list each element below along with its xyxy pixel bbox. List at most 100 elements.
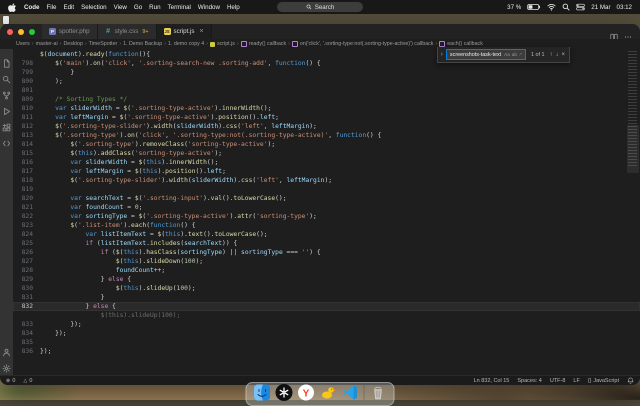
breadcrumb-item[interactable]: script.js	[217, 41, 235, 47]
apple-menu-icon[interactable]	[8, 3, 17, 12]
statusbar-item[interactable]: Ln 832, Col 15	[474, 378, 510, 384]
minimap-slider[interactable]	[627, 125, 639, 173]
code-line[interactable]: 827 $(this).slideDown(100);	[13, 257, 640, 266]
search-icon[interactable]	[2, 71, 11, 84]
find-option-.*[interactable]: .*	[519, 52, 522, 57]
code-line[interactable]: 820 var searchText = $('.sorting-input')…	[13, 194, 640, 203]
breadcrumb-item[interactable]: master-ai	[36, 41, 58, 47]
code-line[interactable]: 822 var sortingType = $('.sorting-type-a…	[13, 212, 640, 221]
breadcrumb-item[interactable]: TimeSpotter	[89, 41, 118, 47]
minimize-window-button[interactable]	[18, 28, 24, 35]
code-line[interactable]: 800 );	[13, 77, 640, 86]
menu-help[interactable]: Help	[227, 4, 240, 11]
breadcrumb-item[interactable]: 1. demo copy 4	[168, 41, 204, 47]
vscode-icon[interactable]	[342, 384, 359, 401]
finder-icon[interactable]	[254, 384, 271, 401]
tab-style.css[interactable]: # style.css 9+	[97, 24, 157, 39]
find-close-button[interactable]: ×	[561, 52, 565, 58]
code-line[interactable]: 821 var foundCount = 0;	[13, 203, 640, 212]
code-line[interactable]: 835	[13, 338, 640, 347]
menu-window[interactable]: Window	[198, 4, 220, 11]
code-line[interactable]: 829 } else {	[13, 275, 640, 284]
code-line[interactable]: 810 var sliderWidth = $('.sorting-type-a…	[13, 104, 640, 113]
statusbar-item[interactable]: {} JavaScript	[588, 378, 619, 384]
menubar-search-pill[interactable]: Search	[277, 2, 363, 12]
code-line[interactable]: 823 $('.list-item').each(function() {	[13, 221, 640, 230]
menu-file[interactable]: File	[46, 4, 56, 11]
menubar-date[interactable]: 21 Mar	[591, 4, 610, 11]
menu-go[interactable]: Go	[134, 4, 142, 11]
code-line[interactable]: 818 $('.sorting-type-slider').width(slid…	[13, 176, 640, 185]
code-line[interactable]: 812 $('.sorting-type-slider').width(slid…	[13, 122, 640, 131]
spotlight-search-icon[interactable]	[562, 3, 570, 11]
cyberduck-icon[interactable]	[320, 384, 337, 401]
statusbar-item[interactable]: Spaces: 4	[517, 378, 541, 384]
tab-spotter.php[interactable]: Pspotter.php	[42, 24, 98, 39]
chatgpt-icon[interactable]	[275, 384, 293, 401]
split-editor-icon[interactable]	[610, 28, 618, 40]
code-line[interactable]: 817 var leftMargin = $(this).position().…	[13, 167, 640, 176]
find-previous-button[interactable]: ↑	[549, 52, 552, 58]
account-icon[interactable]	[2, 344, 11, 357]
zoom-window-button[interactable]	[29, 28, 35, 35]
desktop-file-icon[interactable]	[3, 16, 9, 24]
source-control-icon[interactable]	[2, 87, 11, 100]
code-line[interactable]: 830 $(this).slideUp(100);	[13, 284, 640, 293]
menu-code[interactable]: Code	[24, 4, 39, 11]
tab-script.js[interactable]: JS script.js ×	[156, 24, 212, 39]
trash-icon[interactable]	[370, 384, 387, 401]
code-line[interactable]: $(this).slideUp(100);	[13, 311, 640, 320]
bell-icon[interactable]	[627, 377, 634, 384]
menu-edit[interactable]: Edit	[63, 4, 74, 11]
code-line[interactable]: 831 }	[13, 293, 640, 302]
code-line[interactable]: 824 var listItemText = $(this).text().to…	[13, 230, 640, 239]
settings-icon[interactable]	[2, 360, 11, 373]
code-line[interactable]: 815 $(this).addClass('sorting-type-activ…	[13, 149, 640, 158]
code-line[interactable]: 819	[13, 185, 640, 194]
wifi-icon[interactable]	[547, 3, 556, 11]
statusbar-item[interactable]: △ 0	[23, 378, 32, 384]
extensions-icon[interactable]	[2, 119, 11, 132]
find-option-ab[interactable]: ab	[512, 52, 517, 57]
debug-icon[interactable]	[2, 103, 11, 116]
statusbar-item[interactable]: ⊗ 0	[6, 378, 15, 384]
code-line[interactable]: 836});	[13, 347, 640, 356]
find-option-Aa[interactable]: Aa	[504, 52, 510, 57]
menu-terminal[interactable]: Terminal	[168, 4, 191, 11]
toggle-replace-icon[interactable]: ›	[441, 51, 443, 58]
code-line[interactable]: 826 if ($(this).hasClass(sortingType) ||…	[13, 248, 640, 257]
code-line[interactable]: 834 });	[13, 329, 640, 338]
code-editor[interactable]: $(document).ready(function(){798 $('main…	[13, 49, 640, 375]
breadcrumb-item[interactable]: ready() callback	[249, 41, 286, 47]
control-center-icon[interactable]	[576, 3, 585, 11]
code-line[interactable]: 809 /* Sorting Types */	[13, 95, 640, 104]
code-line[interactable]: 828 foundCount++;	[13, 266, 640, 275]
find-input[interactable]: screenshots-task-text Aa ab .*	[445, 49, 526, 60]
battery-icon[interactable]	[527, 3, 541, 11]
breadcrumb-item[interactable]: on('click', '.sorting-type:not(.sorting-…	[300, 41, 434, 47]
menu-run[interactable]: Run	[149, 4, 160, 11]
yandex-icon[interactable]: Y	[298, 384, 315, 401]
statusbar-item[interactable]: UTF-8	[550, 378, 566, 384]
code-line[interactable]: 801	[13, 86, 640, 95]
code-line[interactable]: 832 } else {	[13, 302, 640, 311]
menu-view[interactable]: View	[114, 4, 127, 11]
breadcrumb-item[interactable]: Desktop	[63, 41, 82, 47]
explorer-icon[interactable]	[2, 55, 11, 68]
find-next-button[interactable]: ↓	[555, 52, 558, 58]
code-line[interactable]: 813 $('.sorting-type').on('click', '.sor…	[13, 131, 640, 140]
code-line[interactable]: 816 var sliderWidth = $(this).innerWidth…	[13, 158, 640, 167]
minimap[interactable]	[627, 49, 639, 199]
code-line[interactable]: 833 });	[13, 320, 640, 329]
code-line[interactable]: 811 var leftMargin = $('.sorting-type-ac…	[13, 113, 640, 122]
breadcrumb-item[interactable]: 1. Demo Backup	[123, 41, 162, 47]
code-line[interactable]: 799 }	[13, 68, 640, 77]
close-window-button[interactable]	[7, 28, 13, 35]
statusbar-item[interactable]: LF	[573, 378, 579, 384]
code-line[interactable]: 825 if (listItemText.includes(searchText…	[13, 239, 640, 248]
code-line[interactable]: 814 $('.sorting-type').removeClass('sort…	[13, 140, 640, 149]
more-actions-icon[interactable]	[624, 28, 632, 38]
remote-icon[interactable]	[2, 135, 11, 147]
breadcrumb-item[interactable]: Users	[16, 41, 30, 47]
menu-selection[interactable]: Selection	[81, 4, 106, 11]
